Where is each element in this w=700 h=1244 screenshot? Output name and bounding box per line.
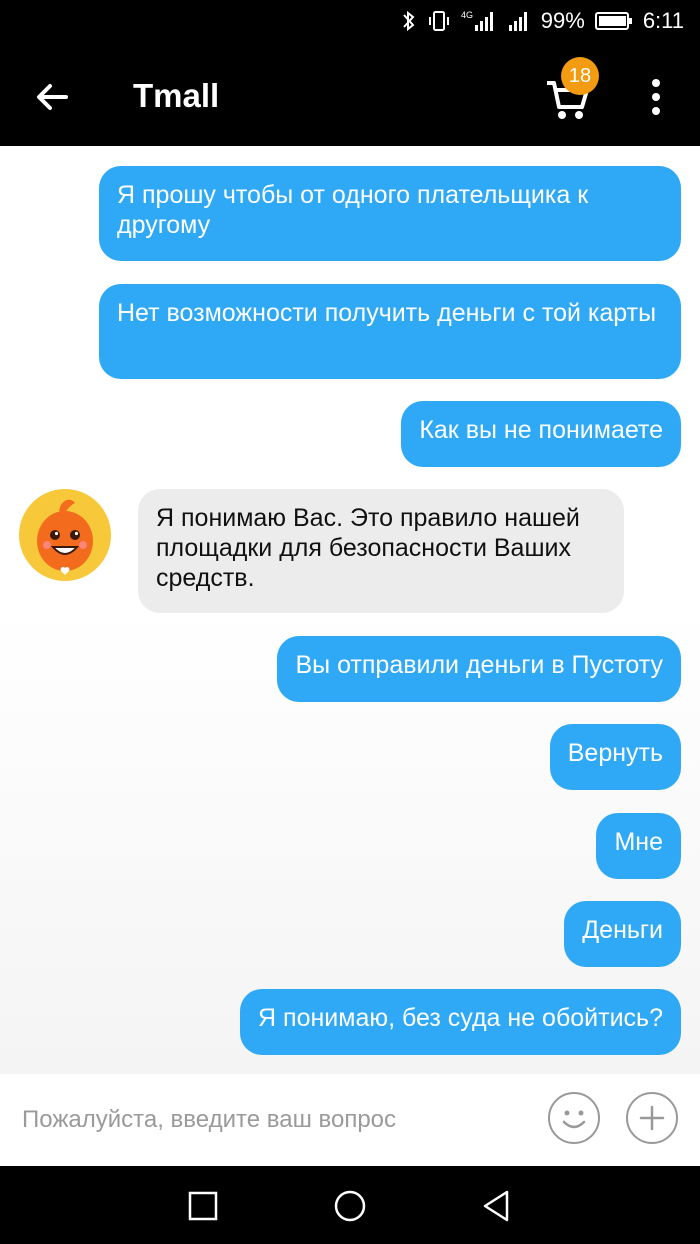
emoji-button[interactable] — [548, 1092, 600, 1144]
message-outgoing: Мне — [596, 813, 681, 879]
message-outgoing: Как вы не понимаете — [401, 401, 681, 467]
plus-icon — [639, 1105, 665, 1131]
battery-percent: 99% — [540, 8, 585, 33]
message-outgoing: Я прошу чтобы от одного плательщика к др… — [99, 166, 681, 261]
message-outgoing: Деньги — [564, 901, 681, 967]
back-nav-icon[interactable] — [477, 1186, 517, 1226]
status-bar: 4G 99% 6:11 — [0, 0, 700, 45]
chat-thread[interactable]: Я прошу чтобы от одного плательщика к др… — [0, 146, 700, 1074]
smiley-icon — [562, 1110, 586, 1129]
composer-bar — [0, 1074, 700, 1166]
message-outgoing: Вы отправили деньги в Пустоту — [277, 636, 681, 702]
more-vert-icon[interactable] — [640, 73, 672, 121]
app-bar: Tmall 18 — [0, 45, 700, 146]
mascot-icon — [37, 499, 93, 575]
page-title: Tmall — [133, 77, 220, 114]
home-icon[interactable] — [330, 1186, 370, 1226]
message-outgoing: Я понимаю, без суда не обойтись? — [240, 989, 681, 1055]
cart-count-badge: 18 — [561, 57, 599, 95]
message-outgoing: Вернуть — [549, 724, 681, 790]
back-arrow-icon[interactable] — [30, 75, 74, 119]
add-attachment-button[interactable] — [626, 1092, 678, 1144]
message-outgoing: Нет возможности получить деньги с той ка… — [99, 284, 681, 379]
message-incoming: Я понимаю Вас. Это правило нашей площадк… — [138, 489, 624, 613]
question-input[interactable] — [20, 1096, 524, 1144]
recent-apps-icon[interactable] — [183, 1186, 223, 1226]
signal-icon: 4G — [461, 10, 493, 31]
bluetooth-icon — [403, 10, 415, 32]
support-avatar — [19, 489, 111, 581]
vibrate-icon — [428, 11, 449, 31]
signal-icon-2 — [508, 12, 527, 31]
clock: 6:11 — [642, 8, 684, 33]
system-nav-bar — [0, 1166, 700, 1244]
svg-text:4G: 4G — [461, 10, 473, 20]
battery-icon — [594, 12, 632, 30]
